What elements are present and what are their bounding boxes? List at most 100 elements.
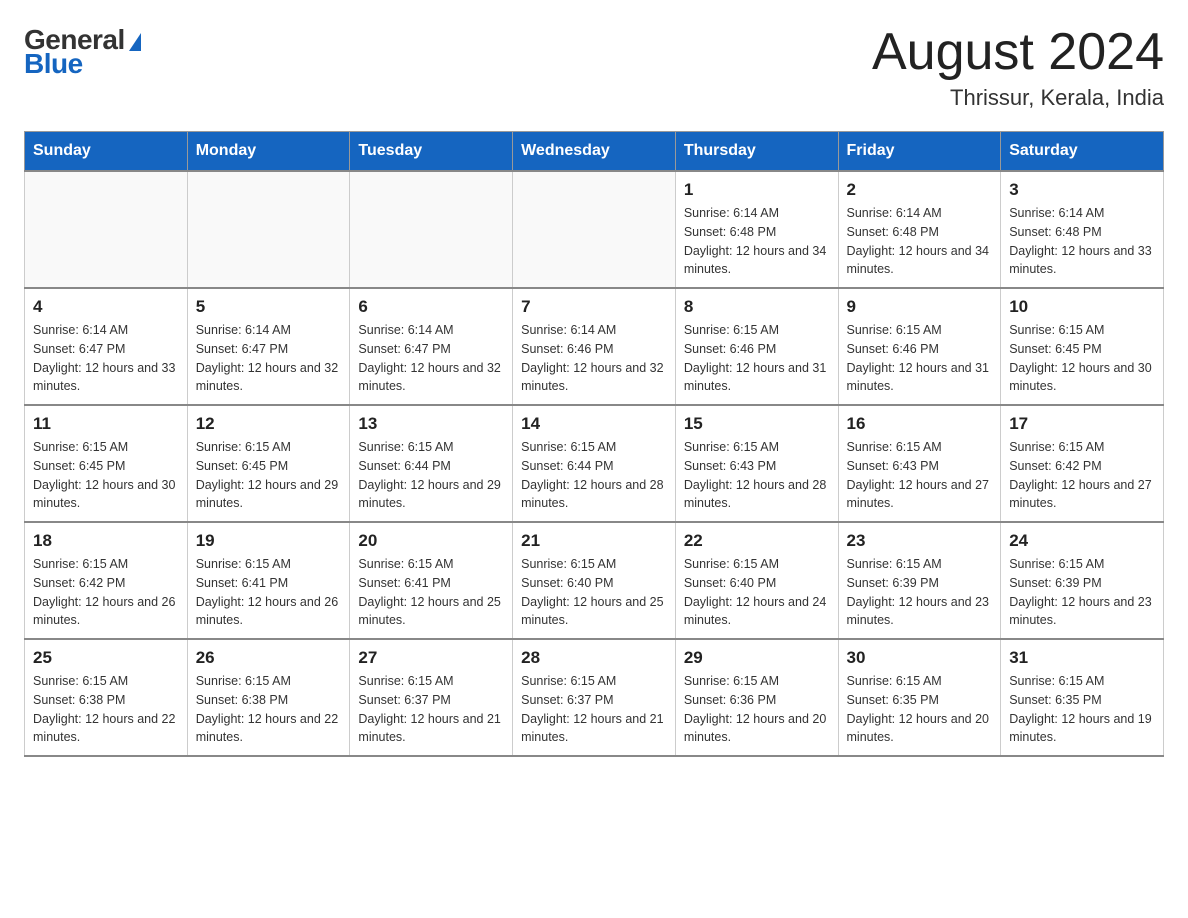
day-info: Sunrise: 6:15 AMSunset: 6:40 PMDaylight:… bbox=[521, 555, 667, 630]
calendar-cell-1-4: 8 Sunrise: 6:15 AMSunset: 6:46 PMDaylight… bbox=[675, 288, 838, 405]
day-number: 24 bbox=[1009, 531, 1155, 551]
day-info: Sunrise: 6:15 AMSunset: 6:40 PMDaylight:… bbox=[684, 555, 830, 630]
calendar-cell-1-1: 5 Sunrise: 6:14 AMSunset: 6:47 PMDaylight… bbox=[187, 288, 350, 405]
logo: General Blue bbox=[24, 24, 141, 80]
header-tuesday: Tuesday bbox=[350, 132, 513, 172]
calendar-cell-1-3: 7 Sunrise: 6:14 AMSunset: 6:46 PMDaylight… bbox=[513, 288, 676, 405]
calendar-cell-0-6: 3 Sunrise: 6:14 AMSunset: 6:48 PMDaylight… bbox=[1001, 171, 1164, 288]
calendar-cell-4-3: 28 Sunrise: 6:15 AMSunset: 6:37 PMDayligh… bbox=[513, 639, 676, 756]
day-info: Sunrise: 6:15 AMSunset: 6:42 PMDaylight:… bbox=[1009, 438, 1155, 513]
calendar-cell-4-0: 25Sunrise: 6:15 AMSunset: 6:38 PMDayligh… bbox=[25, 639, 188, 756]
calendar-cell-0-5: 2 Sunrise: 6:14 AMSunset: 6:48 PMDaylight… bbox=[838, 171, 1001, 288]
day-number: 20 bbox=[358, 531, 504, 551]
day-info: Sunrise: 6:15 AMSunset: 6:37 PMDaylight:… bbox=[521, 672, 667, 747]
header-friday: Friday bbox=[838, 132, 1001, 172]
calendar-cell-3-3: 21 Sunrise: 6:15 AMSunset: 6:40 PMDayligh… bbox=[513, 522, 676, 639]
calendar-cell-2-2: 13 Sunrise: 6:15 AMSunset: 6:44 PMDayligh… bbox=[350, 405, 513, 522]
day-info: Sunrise: 6:14 AMSunset: 6:47 PMDaylight:… bbox=[358, 321, 504, 396]
calendar-cell-4-4: 29Sunrise: 6:15 AMSunset: 6:36 PMDayligh… bbox=[675, 639, 838, 756]
day-number: 27 bbox=[358, 648, 504, 668]
calendar-cell-4-2: 27 Sunrise: 6:15 AMSunset: 6:37 PMDayligh… bbox=[350, 639, 513, 756]
day-info: Sunrise: 6:15 AMSunset: 6:36 PMDaylight:… bbox=[684, 672, 830, 747]
day-number: 4 bbox=[33, 297, 179, 317]
day-number: 26 bbox=[196, 648, 342, 668]
calendar-cell-4-6: 31 Sunrise: 6:15 AMSunset: 6:35 PMDayligh… bbox=[1001, 639, 1164, 756]
day-info: Sunrise: 6:14 AMSunset: 6:48 PMDaylight:… bbox=[847, 204, 993, 279]
calendar-header-row: SundayMondayTuesdayWednesdayThursdayFrid… bbox=[25, 132, 1164, 172]
day-number: 8 bbox=[684, 297, 830, 317]
header-monday: Monday bbox=[187, 132, 350, 172]
day-info: Sunrise: 6:15 AMSunset: 6:35 PMDaylight:… bbox=[1009, 672, 1155, 747]
day-info: Sunrise: 6:15 AMSunset: 6:46 PMDaylight:… bbox=[847, 321, 993, 396]
calendar-table: SundayMondayTuesdayWednesdayThursdayFrid… bbox=[24, 131, 1164, 757]
calendar-cell-3-4: 22 Sunrise: 6:15 AMSunset: 6:40 PMDayligh… bbox=[675, 522, 838, 639]
header-thursday: Thursday bbox=[675, 132, 838, 172]
calendar-cell-3-0: 18Sunrise: 6:15 AMSunset: 6:42 PMDayligh… bbox=[25, 522, 188, 639]
day-number: 14 bbox=[521, 414, 667, 434]
calendar-cell-3-2: 20 Sunrise: 6:15 AMSunset: 6:41 PMDayligh… bbox=[350, 522, 513, 639]
calendar-cell-1-0: 4 Sunrise: 6:14 AMSunset: 6:47 PMDaylight… bbox=[25, 288, 188, 405]
day-info: Sunrise: 6:15 AMSunset: 6:43 PMDaylight:… bbox=[847, 438, 993, 513]
day-number: 2 bbox=[847, 180, 993, 200]
day-number: 16 bbox=[847, 414, 993, 434]
day-info: Sunrise: 6:14 AMSunset: 6:48 PMDaylight:… bbox=[1009, 204, 1155, 279]
day-info: Sunrise: 6:14 AMSunset: 6:47 PMDaylight:… bbox=[196, 321, 342, 396]
day-number: 22 bbox=[684, 531, 830, 551]
day-info: Sunrise: 6:15 AMSunset: 6:45 PMDaylight:… bbox=[1009, 321, 1155, 396]
day-number: 31 bbox=[1009, 648, 1155, 668]
calendar-cell-1-5: 9 Sunrise: 6:15 AMSunset: 6:46 PMDaylight… bbox=[838, 288, 1001, 405]
day-info: Sunrise: 6:15 AMSunset: 6:43 PMDaylight:… bbox=[684, 438, 830, 513]
calendar-cell-4-1: 26 Sunrise: 6:15 AMSunset: 6:38 PMDayligh… bbox=[187, 639, 350, 756]
calendar-cell-0-1 bbox=[187, 171, 350, 288]
month-title: August 2024 bbox=[872, 24, 1164, 81]
week-row-5: 25 Sunrise: 6:15 AMSunset: 6:38 PMDayligh… bbox=[25, 639, 1164, 756]
calendar-cell-1-6: 10 Sunrise: 6:15 AMSunset: 6:45 PMDayligh… bbox=[1001, 288, 1164, 405]
day-number: 3 bbox=[1009, 180, 1155, 200]
day-info: Sunrise: 6:15 AMSunset: 6:41 PMDaylight:… bbox=[358, 555, 504, 630]
week-row-3: 11 Sunrise: 6:15 AMSunset: 6:45 PMDayligh… bbox=[25, 405, 1164, 522]
day-number: 9 bbox=[847, 297, 993, 317]
calendar-cell-1-2: 6Sunrise: 6:14 AMSunset: 6:47 PMDaylight… bbox=[350, 288, 513, 405]
day-info: Sunrise: 6:14 AMSunset: 6:46 PMDaylight:… bbox=[521, 321, 667, 396]
day-info: Sunrise: 6:15 AMSunset: 6:37 PMDaylight:… bbox=[358, 672, 504, 747]
day-number: 13 bbox=[358, 414, 504, 434]
day-number: 5 bbox=[196, 297, 342, 317]
day-info: Sunrise: 6:15 AMSunset: 6:44 PMDaylight:… bbox=[521, 438, 667, 513]
calendar-cell-2-0: 11 Sunrise: 6:15 AMSunset: 6:45 PMDayligh… bbox=[25, 405, 188, 522]
day-number: 15 bbox=[684, 414, 830, 434]
day-info: Sunrise: 6:15 AMSunset: 6:39 PMDaylight:… bbox=[1009, 555, 1155, 630]
logo-blue-text: Blue bbox=[24, 48, 83, 80]
header-wednesday: Wednesday bbox=[513, 132, 676, 172]
calendar-cell-2-1: 12Sunrise: 6:15 AMSunset: 6:45 PMDayligh… bbox=[187, 405, 350, 522]
day-number: 11 bbox=[33, 414, 179, 434]
calendar-cell-3-6: 24 Sunrise: 6:15 AMSunset: 6:39 PMDayligh… bbox=[1001, 522, 1164, 639]
day-info: Sunrise: 6:14 AMSunset: 6:48 PMDaylight:… bbox=[684, 204, 830, 279]
title-block: August 2024 Thrissur, Kerala, India bbox=[872, 24, 1164, 111]
day-number: 21 bbox=[521, 531, 667, 551]
location-title: Thrissur, Kerala, India bbox=[872, 85, 1164, 111]
day-number: 18 bbox=[33, 531, 179, 551]
day-info: Sunrise: 6:15 AMSunset: 6:45 PMDaylight:… bbox=[33, 438, 179, 513]
day-info: Sunrise: 6:15 AMSunset: 6:44 PMDaylight:… bbox=[358, 438, 504, 513]
day-number: 10 bbox=[1009, 297, 1155, 317]
week-row-4: 18Sunrise: 6:15 AMSunset: 6:42 PMDayligh… bbox=[25, 522, 1164, 639]
logo-triangle-icon bbox=[129, 33, 141, 51]
day-number: 25 bbox=[33, 648, 179, 668]
day-info: Sunrise: 6:15 AMSunset: 6:39 PMDaylight:… bbox=[847, 555, 993, 630]
day-number: 1 bbox=[684, 180, 830, 200]
calendar-cell-4-5: 30Sunrise: 6:15 AMSunset: 6:35 PMDayligh… bbox=[838, 639, 1001, 756]
calendar-cell-2-3: 14 Sunrise: 6:15 AMSunset: 6:44 PMDayligh… bbox=[513, 405, 676, 522]
week-row-2: 4 Sunrise: 6:14 AMSunset: 6:47 PMDaylight… bbox=[25, 288, 1164, 405]
week-row-1: 1 Sunrise: 6:14 AMSunset: 6:48 PMDaylight… bbox=[25, 171, 1164, 288]
day-info: Sunrise: 6:15 AMSunset: 6:46 PMDaylight:… bbox=[684, 321, 830, 396]
day-info: Sunrise: 6:15 AMSunset: 6:45 PMDaylight:… bbox=[196, 438, 342, 513]
calendar-cell-3-1: 19Sunrise: 6:15 AMSunset: 6:41 PMDayligh… bbox=[187, 522, 350, 639]
day-number: 17 bbox=[1009, 414, 1155, 434]
header-sunday: Sunday bbox=[25, 132, 188, 172]
day-info: Sunrise: 6:15 AMSunset: 6:41 PMDaylight:… bbox=[196, 555, 342, 630]
day-info: Sunrise: 6:14 AMSunset: 6:47 PMDaylight:… bbox=[33, 321, 179, 396]
day-number: 28 bbox=[521, 648, 667, 668]
day-number: 7 bbox=[521, 297, 667, 317]
day-info: Sunrise: 6:15 AMSunset: 6:38 PMDaylight:… bbox=[196, 672, 342, 747]
calendar-cell-2-4: 15 Sunrise: 6:15 AMSunset: 6:43 PMDayligh… bbox=[675, 405, 838, 522]
